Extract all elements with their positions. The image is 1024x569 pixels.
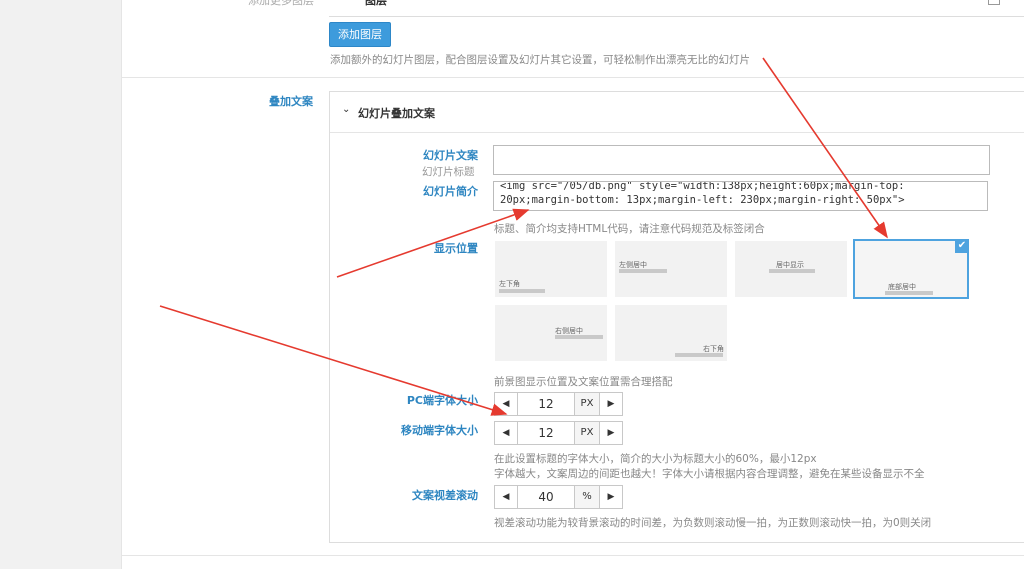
position-option[interactable]: 居中显示: [735, 241, 847, 297]
position-bar: [555, 335, 603, 339]
overlay-panel-title: 幻灯片叠加文案: [358, 107, 435, 120]
parallax-stepper[interactable]: ◀ 40 % ▶: [494, 485, 623, 509]
bottom-divider: [121, 555, 1024, 556]
triangle-left-icon[interactable]: ◀: [495, 393, 518, 415]
overlay-section-label: 叠加文案: [269, 95, 313, 108]
caption-label: 幻灯片文案: [423, 149, 478, 162]
caption-sublabel: 幻灯片标题: [422, 166, 475, 178]
pc-font-unit: PX: [574, 393, 600, 415]
mobile-font-value[interactable]: 12: [518, 422, 574, 444]
position-option[interactable]: 左下角: [495, 241, 607, 297]
pc-font-value[interactable]: 12: [518, 393, 574, 415]
intro-label: 幻灯片简介: [423, 185, 478, 198]
font-hint-1: 在此设置标题的字体大小，简介的大小为标题大小的60%，最小12px: [494, 453, 817, 465]
add-layer-hint: 添加额外的幻灯片图层，配合图层设置及幻灯片其它设置，可轻松制作出漂亮无比的幻灯片: [330, 54, 750, 66]
intro-textarea-value: <img src="/05/db.png" style="width:138px…: [500, 181, 905, 206]
mobile-font-unit: PX: [574, 422, 600, 444]
position-bar: [619, 269, 667, 273]
parallax-label: 文案视差滚动: [412, 489, 478, 502]
check-icon: ✔: [955, 239, 969, 253]
chevron-down-icon: ⌄: [342, 104, 351, 115]
trash-icon[interactable]: [988, 0, 1000, 5]
position-option[interactable]: 右下角: [615, 305, 727, 361]
position-bar: [769, 269, 815, 273]
intro-textarea[interactable]: <img src="/05/db.png" style="width:138px…: [493, 181, 988, 211]
mobile-font-label: 移动端字体大小: [401, 424, 478, 437]
triangle-right-icon[interactable]: ▶: [600, 422, 622, 444]
position-bar: [499, 289, 545, 293]
position-bar: [675, 353, 723, 357]
position-bar: [885, 291, 933, 295]
triangle-right-icon[interactable]: ▶: [600, 486, 622, 508]
triangle-right-icon[interactable]: ▶: [600, 393, 622, 415]
parallax-value[interactable]: 40: [518, 486, 574, 508]
position-hint: 前景图显示位置及文案位置需合理搭配: [494, 376, 673, 388]
partial-layer-label: 添加更多图层: [248, 0, 314, 7]
mobile-font-stepper[interactable]: ◀ 12 PX ▶: [494, 421, 623, 445]
parallax-unit: %: [574, 486, 600, 508]
intro-hint: 标题、简介均支持HTML代码，请注意代码规范及标签闭合: [494, 223, 765, 235]
partial-layer-row-border: [329, 0, 1024, 17]
parallax-hint: 视差滚动功能为较背景滚动的时间差，为负数则滚动慢一拍，为正数则滚动快一拍，为0则…: [494, 517, 932, 529]
caption-textarea[interactable]: [493, 145, 990, 175]
position-option[interactable]: 右侧居中: [495, 305, 607, 361]
add-layer-button[interactable]: 添加图层: [329, 22, 391, 47]
pc-font-label: PC端字体大小: [406, 394, 478, 407]
triangle-left-icon[interactable]: ◀: [495, 486, 518, 508]
triangle-left-icon[interactable]: ◀: [495, 422, 518, 444]
pc-font-stepper[interactable]: ◀ 12 PX ▶: [494, 392, 623, 416]
position-option-selected[interactable]: 底部居中 ✔: [853, 239, 969, 299]
position-label: 显示位置: [434, 242, 478, 255]
font-hint-2: 字体越大，文案周边的间距也越大！字体大小请根据内容合理调整，避免在某些设备显示不…: [494, 468, 925, 480]
position-option[interactable]: 左侧居中: [615, 241, 727, 297]
position-option-label: 左下角: [499, 280, 520, 288]
divider: [121, 77, 1024, 78]
overlay-panel-header[interactable]: ⌄ 幻灯片叠加文案: [330, 92, 1024, 133]
